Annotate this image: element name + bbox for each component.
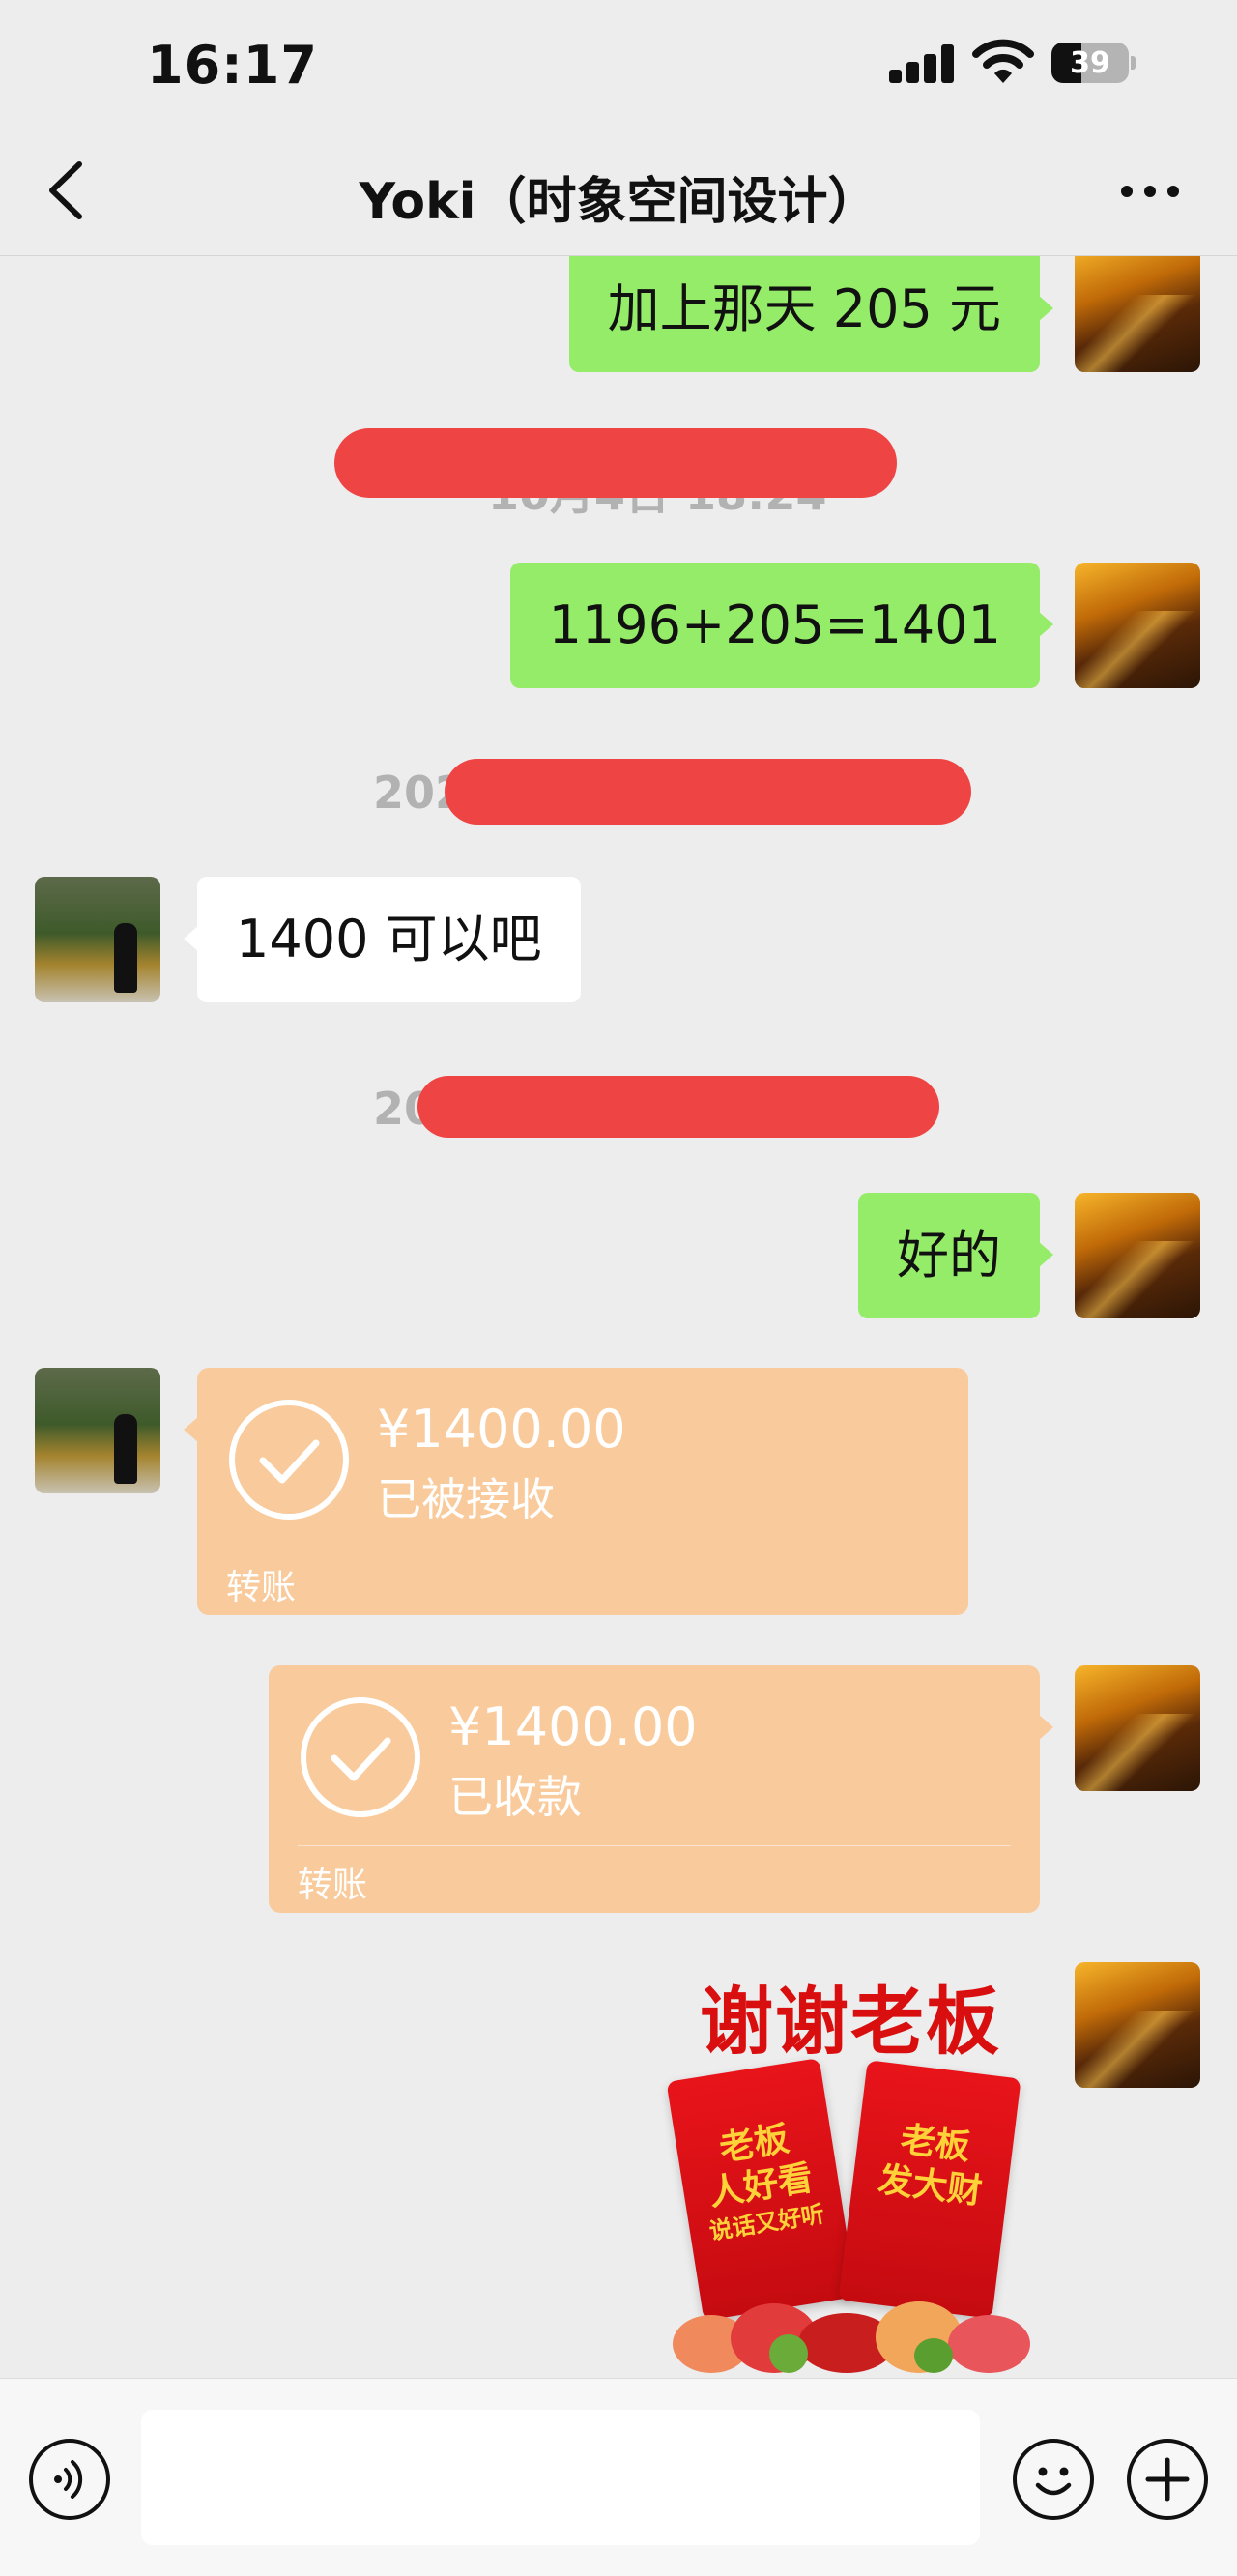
redaction-mark (445, 759, 971, 825)
message-text: 1196+205=1401 (548, 594, 1001, 655)
contact-avatar[interactable] (35, 1368, 160, 1493)
my-avatar[interactable] (1075, 1665, 1200, 1791)
peony-decoration (673, 2296, 1030, 2373)
my-avatar[interactable] (1075, 563, 1200, 688)
plus-icon[interactable] (1127, 2439, 1208, 2520)
emoji-icon[interactable] (1013, 2439, 1094, 2520)
transfer-status: 已被接收 (377, 1473, 555, 1525)
my-avatar[interactable] (1075, 256, 1200, 372)
chat-title: Yoki（时象空间设计） (359, 173, 878, 231)
transfer-status: 已收款 (448, 1771, 582, 1823)
redaction-mark (334, 428, 897, 498)
envelope-text: 老板 (898, 2120, 973, 2168)
sticker-title: 谢谢老板 (700, 1979, 1001, 2065)
wifi-icon (972, 39, 1034, 83)
transfer-card[interactable]: ¥1400.00 已收款 转账 (269, 1665, 1053, 1913)
transfer-card[interactable]: ¥1400.00 已被接收 转账 (184, 1368, 968, 1615)
chevron-left-icon[interactable] (39, 159, 97, 222)
message-text: 加上那天 205 元 (607, 278, 1001, 339)
transfer-amount: ¥1400.00 (448, 1696, 698, 1757)
voice-icon[interactable] (29, 2439, 110, 2520)
plus-glyph-icon (1145, 2457, 1190, 2502)
thank-you-sticker[interactable]: 谢谢老板 老板 人好看 说话又好听 老板 发大财 (666, 1962, 1034, 2373)
transfer-label: 转账 (226, 1568, 297, 1607)
message-bubble[interactable]: 1196+205=1401 (509, 563, 1054, 688)
envelope-text: 发大财 (876, 2159, 985, 2213)
chat-header: Yoki（时象空间设计） (0, 126, 1237, 256)
message-bubble[interactable]: 1400 可以吧 (184, 877, 581, 1002)
message-bubble[interactable]: 好的 (858, 1193, 1053, 1318)
battery-percent: 39 (1070, 46, 1110, 80)
battery-icon: 39 (1051, 43, 1136, 83)
message-text: 好的 (897, 1225, 1001, 1286)
status-time: 16:17 (147, 35, 318, 96)
contact-avatar[interactable] (35, 877, 160, 1002)
red-envelope: 老板 人好看 说话又好听 (666, 2058, 857, 2321)
envelope-text: 老板 (716, 2119, 792, 2169)
message-list[interactable]: 加上那天 205 元 10月4日 18:24 1196+205=1401 202… (0, 256, 1237, 2378)
ellipsis-icon[interactable] (1111, 174, 1189, 209)
input-bar (0, 2378, 1237, 2576)
check-circle-icon (301, 1697, 420, 1817)
transfer-label: 转账 (298, 1866, 368, 1905)
redaction-mark (417, 1076, 939, 1138)
red-envelope: 老板 发大财 (838, 2060, 1021, 2319)
my-avatar[interactable] (1075, 1962, 1200, 2088)
message-bubble[interactable]: 加上那天 205 元 (568, 256, 1054, 372)
smiley-face-icon (1035, 2467, 1072, 2496)
signal-icon (889, 44, 955, 83)
transfer-amount: ¥1400.00 (377, 1399, 626, 1460)
status-bar: 16:17 39 (0, 0, 1237, 126)
my-avatar[interactable] (1075, 1193, 1200, 1318)
check-circle-icon (229, 1400, 349, 1520)
voice-wave-icon (54, 2460, 83, 2499)
message-input[interactable] (141, 2410, 980, 2545)
divider (298, 1845, 1011, 1846)
message-text: 1400 可以吧 (236, 909, 542, 970)
